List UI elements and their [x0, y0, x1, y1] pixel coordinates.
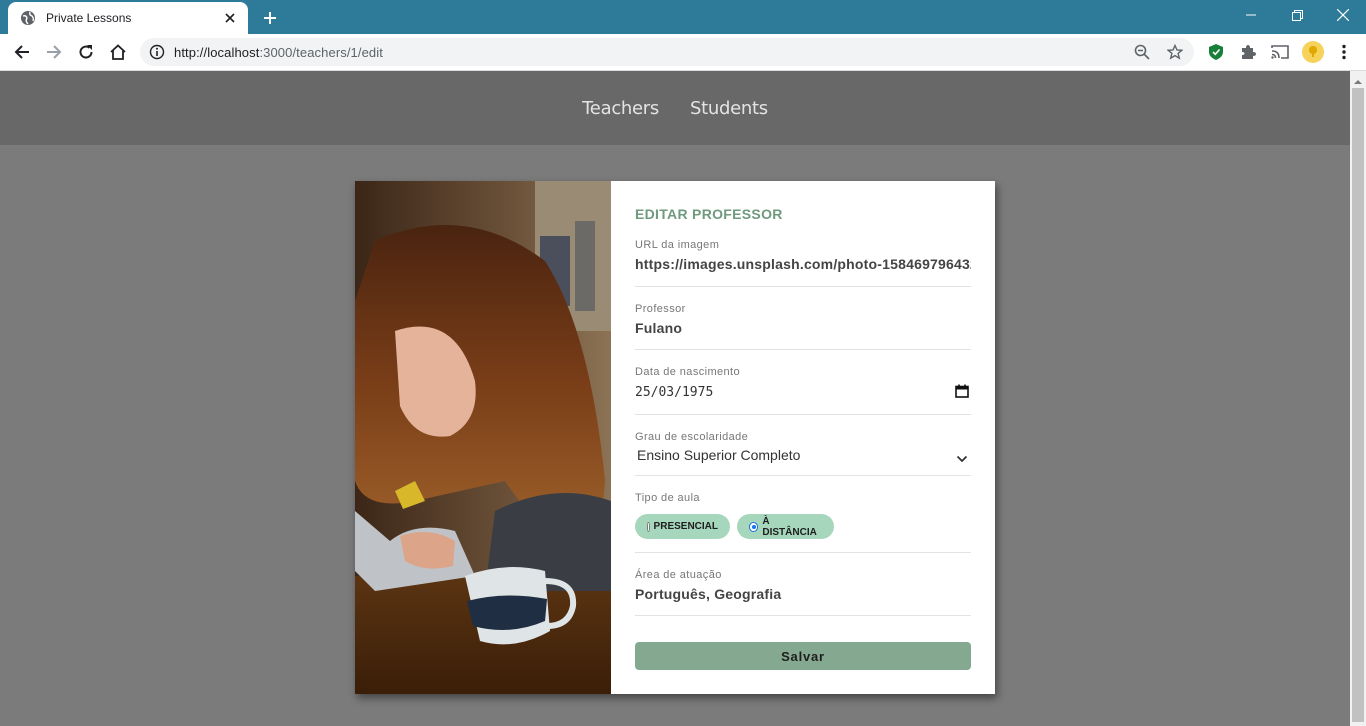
- browser-tab[interactable]: Private Lessons: [8, 2, 248, 34]
- class-type-label: Tipo de aula: [635, 492, 700, 504]
- scroll-up-arrow-icon[interactable]: [1353, 74, 1363, 84]
- minimize-window-icon[interactable]: [1228, 0, 1274, 30]
- url-path: :3000/teachers/1/edit: [259, 45, 383, 60]
- tab-title: Private Lessons: [46, 11, 132, 25]
- radio-presencial[interactable]: PRESENCIAL: [635, 514, 730, 539]
- teacher-name-label: Professor: [635, 303, 686, 315]
- url-host: http://localhost: [174, 45, 260, 60]
- nav-link-teachers[interactable]: Teachers: [582, 98, 659, 119]
- cast-icon[interactable]: [1266, 38, 1294, 66]
- avatar-url-field[interactable]: URL da imagem https://images.unsplash.co…: [635, 239, 971, 287]
- birth-date-field[interactable]: Data de nascimento 25/03/1975: [635, 366, 971, 415]
- browser-tab-bar: Private Lessons: [0, 0, 1366, 34]
- profile-avatar[interactable]: [1302, 41, 1324, 63]
- globe-icon: [20, 10, 36, 26]
- chevron-down-icon[interactable]: [956, 450, 968, 468]
- zoom-icon[interactable]: [1134, 44, 1150, 60]
- education-level-field[interactable]: Grau de escolaridade Ensino Superior Com…: [635, 431, 971, 476]
- teacher-name-input[interactable]: Fulano: [635, 320, 971, 336]
- edit-teacher-form: EDITAR PROFESSOR URL da imagem https://i…: [611, 181, 995, 694]
- education-level-label: Grau de escolaridade: [635, 431, 749, 443]
- teacher-name-field[interactable]: Professor Fulano: [635, 303, 971, 350]
- reload-icon[interactable]: [72, 38, 100, 66]
- radio-distancia[interactable]: À DISTÂNCIA: [737, 514, 834, 539]
- radio-distancia-label: À DISTÂNCIA: [762, 515, 817, 538]
- services-label: Área de atuação: [635, 569, 722, 581]
- avatar-url-input[interactable]: https://images.unsplash.com/photo-158469…: [635, 256, 971, 272]
- radio-distancia-dot[interactable]: [749, 521, 759, 532]
- back-arrow-icon[interactable]: [8, 38, 36, 66]
- shield-extension-icon[interactable]: [1202, 38, 1230, 66]
- birth-date-input[interactable]: 25/03/1975: [635, 385, 971, 400]
- avatar-url-label: URL da imagem: [635, 239, 720, 251]
- site-info-icon[interactable]: [149, 44, 165, 60]
- education-level-select[interactable]: Ensino Superior Completo: [635, 447, 971, 463]
- radio-presencial-label: PRESENCIAL: [653, 521, 718, 532]
- teacher-photo: [355, 181, 611, 694]
- site-header: Teachers Students: [0, 71, 1350, 145]
- close-window-icon[interactable]: [1320, 0, 1366, 30]
- form-title: EDITAR PROFESSOR: [635, 206, 783, 222]
- address-url: http://localhost:3000/teachers/1/edit: [174, 45, 383, 60]
- forward-arrow-icon[interactable]: [40, 38, 68, 66]
- services-input[interactable]: Português, Geografia: [635, 586, 971, 602]
- puzzle-extensions-icon[interactable]: [1234, 38, 1262, 66]
- services-field[interactable]: Área de atuação Português, Geografia: [635, 569, 971, 616]
- bookmark-star-icon[interactable]: [1166, 43, 1184, 60]
- address-bar[interactable]: http://localhost:3000/teachers/1/edit: [140, 38, 1194, 66]
- nav-link-students[interactable]: Students: [690, 98, 768, 119]
- close-tab-icon[interactable]: [222, 10, 238, 26]
- calendar-icon[interactable]: [955, 384, 969, 403]
- more-menu-icon[interactable]: [1330, 38, 1358, 66]
- scrollbar-thumb[interactable]: [1352, 88, 1364, 722]
- birth-date-label: Data de nascimento: [635, 366, 741, 378]
- page-viewport: Teachers Students EDITAR PROFESSOR URL d…: [0, 71, 1350, 726]
- save-button[interactable]: Salvar: [635, 642, 971, 670]
- radio-presencial-dot[interactable]: [647, 521, 650, 532]
- new-tab-plus-icon[interactable]: [258, 6, 282, 30]
- edit-teacher-card: EDITAR PROFESSOR URL da imagem https://i…: [355, 181, 995, 694]
- home-icon[interactable]: [104, 38, 132, 66]
- browser-toolbar: http://localhost:3000/teachers/1/edit: [0, 34, 1366, 71]
- restore-window-icon[interactable]: [1274, 0, 1320, 30]
